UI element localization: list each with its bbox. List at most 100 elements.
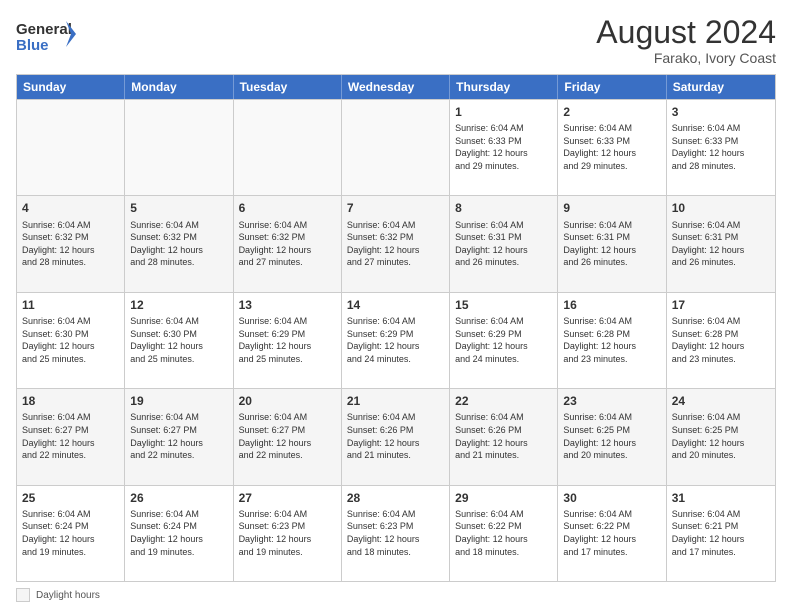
calendar-cell: 14Sunrise: 6:04 AM Sunset: 6:29 PM Dayli…	[342, 293, 450, 388]
day-number: 3	[672, 104, 770, 120]
footer: Daylight hours	[16, 588, 776, 602]
cell-info: Sunrise: 6:04 AM Sunset: 6:29 PM Dayligh…	[455, 315, 552, 365]
calendar-row-1: 4 Sunrise: 6:04 AM Sunset: 6:32 PM Daylig…	[17, 195, 775, 291]
calendar-cell: 18Sunrise: 6:04 AM Sunset: 6:27 PM Dayli…	[17, 389, 125, 484]
calendar-cell	[17, 100, 125, 195]
day-number: 29	[455, 490, 552, 506]
calendar-cell: 10Sunrise: 6:04 AM Sunset: 6:31 PM Dayli…	[667, 196, 775, 291]
cell-info: Sunrise: 6:04 AM Sunset: 6:24 PM Dayligh…	[130, 508, 227, 558]
cell-info: Sunrise: 6:04 AM Sunset: 6:33 PM Dayligh…	[563, 122, 660, 172]
calendar-cell: 5 Sunrise: 6:04 AM Sunset: 6:32 PM Daylig…	[125, 196, 233, 291]
calendar-cell: 13 Sunrise: 6:04 AM Sunset: 6:29 PM Dayli…	[234, 293, 342, 388]
calendar-cell: 8 Sunrise: 6:04 AM Sunset: 6:31 PM Daylig…	[450, 196, 558, 291]
calendar-cell: 2 Sunrise: 6:04 AM Sunset: 6:33 PM Daylig…	[558, 100, 666, 195]
logo-svg: GeneralBlue	[16, 16, 76, 56]
day-number: 1	[455, 104, 552, 120]
day-number: 28	[347, 490, 444, 506]
calendar-cell: 20Sunrise: 6:04 AM Sunset: 6:27 PM Dayli…	[234, 389, 342, 484]
day-number: 15	[455, 297, 552, 313]
calendar-body: 1 Sunrise: 6:04 AM Sunset: 6:33 PM Daylig…	[17, 99, 775, 581]
day-number: 13	[239, 297, 336, 313]
calendar-cell	[125, 100, 233, 195]
calendar-cell: 30Sunrise: 6:04 AM Sunset: 6:22 PM Dayli…	[558, 486, 666, 581]
cell-info: Sunrise: 6:04 AM Sunset: 6:25 PM Dayligh…	[672, 411, 770, 461]
day-number: 6	[239, 200, 336, 216]
cell-info: Sunrise: 6:04 AM Sunset: 6:32 PM Dayligh…	[347, 219, 444, 269]
day-number: 24	[672, 393, 770, 409]
calendar-cell: 28 Sunrise: 6:04 AM Sunset: 6:23 PM Dayli…	[342, 486, 450, 581]
day-number: 17	[672, 297, 770, 313]
cell-info: Sunrise: 6:04 AM Sunset: 6:22 PM Dayligh…	[455, 508, 552, 558]
calendar-cell: 7 Sunrise: 6:04 AM Sunset: 6:32 PM Daylig…	[342, 196, 450, 291]
day-number: 25	[22, 490, 119, 506]
cell-info: Sunrise: 6:04 AM Sunset: 6:24 PM Dayligh…	[22, 508, 119, 558]
calendar-cell: 29 Sunrise: 6:04 AM Sunset: 6:22 PM Dayli…	[450, 486, 558, 581]
calendar-cell: 6 Sunrise: 6:04 AM Sunset: 6:32 PM Daylig…	[234, 196, 342, 291]
cell-info: Sunrise: 6:04 AM Sunset: 6:23 PM Dayligh…	[347, 508, 444, 558]
cell-info: Sunrise: 6:04 AM Sunset: 6:27 PM Dayligh…	[130, 411, 227, 461]
day-number: 9	[563, 200, 660, 216]
cell-info: Sunrise: 6:04 AM Sunset: 6:28 PM Dayligh…	[672, 315, 770, 365]
cell-info: Sunrise: 6:04 AM Sunset: 6:22 PM Dayligh…	[563, 508, 660, 558]
day-number: 26	[130, 490, 227, 506]
cell-info: Sunrise: 6:04 AM Sunset: 6:32 PM Dayligh…	[22, 219, 119, 269]
calendar-cell	[342, 100, 450, 195]
month-title: August 2024	[596, 16, 776, 48]
cell-info: Sunrise: 6:04 AM Sunset: 6:28 PM Dayligh…	[563, 315, 660, 365]
day-number: 18	[22, 393, 119, 409]
calendar-row-2: 11 Sunrise: 6:04 AM Sunset: 6:30 PM Dayli…	[17, 292, 775, 388]
calendar-row-0: 1 Sunrise: 6:04 AM Sunset: 6:33 PM Daylig…	[17, 99, 775, 195]
day-number: 2	[563, 104, 660, 120]
calendar-cell: 17 Sunrise: 6:04 AM Sunset: 6:28 PM Dayli…	[667, 293, 775, 388]
calendar-cell: 21Sunrise: 6:04 AM Sunset: 6:26 PM Dayli…	[342, 389, 450, 484]
day-number: 23	[563, 393, 660, 409]
day-number: 11	[22, 297, 119, 313]
cell-info: Sunrise: 6:04 AM Sunset: 6:31 PM Dayligh…	[563, 219, 660, 269]
calendar-cell: 11 Sunrise: 6:04 AM Sunset: 6:30 PM Dayli…	[17, 293, 125, 388]
calendar-cell	[234, 100, 342, 195]
svg-text:General: General	[16, 21, 72, 38]
calendar-cell: 1 Sunrise: 6:04 AM Sunset: 6:33 PM Daylig…	[450, 100, 558, 195]
day-number: 8	[455, 200, 552, 216]
page: GeneralBlue August 2024 Farako, Ivory Co…	[0, 0, 792, 612]
day-number: 5	[130, 200, 227, 216]
day-header-monday: Monday	[125, 75, 233, 99]
calendar-header: SundayMondayTuesdayWednesdayThursdayFrid…	[17, 75, 775, 99]
cell-info: Sunrise: 6:04 AM Sunset: 6:30 PM Dayligh…	[22, 315, 119, 365]
cell-info: Sunrise: 6:04 AM Sunset: 6:29 PM Dayligh…	[239, 315, 336, 365]
title-section: August 2024 Farako, Ivory Coast	[596, 16, 776, 66]
cell-info: Sunrise: 6:04 AM Sunset: 6:33 PM Dayligh…	[455, 122, 552, 172]
footer-label: Daylight hours	[36, 590, 100, 601]
day-number: 7	[347, 200, 444, 216]
day-number: 22	[455, 393, 552, 409]
cell-info: Sunrise: 6:04 AM Sunset: 6:31 PM Dayligh…	[672, 219, 770, 269]
cell-info: Sunrise: 6:04 AM Sunset: 6:21 PM Dayligh…	[672, 508, 770, 558]
day-header-tuesday: Tuesday	[234, 75, 342, 99]
day-number: 4	[22, 200, 119, 216]
calendar-cell: 23Sunrise: 6:04 AM Sunset: 6:25 PM Dayli…	[558, 389, 666, 484]
day-header-sunday: Sunday	[17, 75, 125, 99]
day-number: 20	[239, 393, 336, 409]
cell-info: Sunrise: 6:04 AM Sunset: 6:26 PM Dayligh…	[347, 411, 444, 461]
day-header-thursday: Thursday	[450, 75, 558, 99]
calendar-cell: 24 Sunrise: 6:04 AM Sunset: 6:25 PM Dayli…	[667, 389, 775, 484]
location: Farako, Ivory Coast	[596, 50, 776, 66]
day-number: 19	[130, 393, 227, 409]
cell-info: Sunrise: 6:04 AM Sunset: 6:32 PM Dayligh…	[130, 219, 227, 269]
calendar-cell: 3Sunrise: 6:04 AM Sunset: 6:33 PM Daylig…	[667, 100, 775, 195]
calendar-row-3: 18 Sunrise: 6:04 AM Sunset: 6:27 PM Dayli…	[17, 388, 775, 484]
calendar-cell: 19 Sunrise: 6:04 AM Sunset: 6:27 PM Dayli…	[125, 389, 233, 484]
cell-info: Sunrise: 6:04 AM Sunset: 6:32 PM Dayligh…	[239, 219, 336, 269]
calendar: SundayMondayTuesdayWednesdayThursdayFrid…	[16, 74, 776, 582]
day-header-friday: Friday	[558, 75, 666, 99]
day-number: 27	[239, 490, 336, 506]
calendar-cell: 4 Sunrise: 6:04 AM Sunset: 6:32 PM Daylig…	[17, 196, 125, 291]
header: GeneralBlue August 2024 Farako, Ivory Co…	[16, 16, 776, 66]
calendar-cell: 27 Sunrise: 6:04 AM Sunset: 6:23 PM Dayli…	[234, 486, 342, 581]
calendar-cell: 12Sunrise: 6:04 AM Sunset: 6:30 PM Dayli…	[125, 293, 233, 388]
calendar-cell: 25 Sunrise: 6:04 AM Sunset: 6:24 PM Dayli…	[17, 486, 125, 581]
cell-info: Sunrise: 6:04 AM Sunset: 6:31 PM Dayligh…	[455, 219, 552, 269]
calendar-cell: 15 Sunrise: 6:04 AM Sunset: 6:29 PM Dayli…	[450, 293, 558, 388]
cell-info: Sunrise: 6:04 AM Sunset: 6:23 PM Dayligh…	[239, 508, 336, 558]
shaded-box	[16, 588, 30, 602]
